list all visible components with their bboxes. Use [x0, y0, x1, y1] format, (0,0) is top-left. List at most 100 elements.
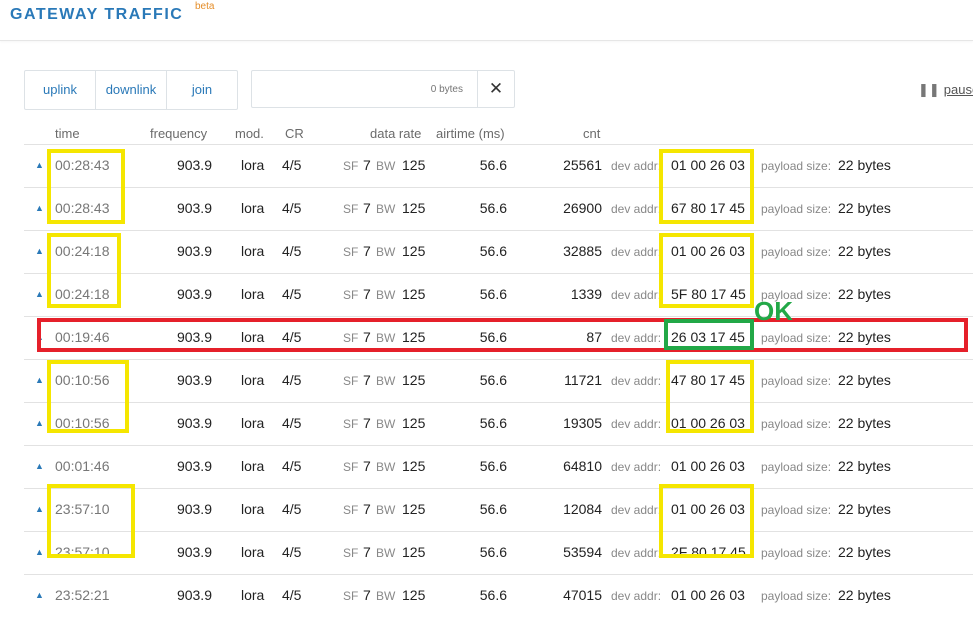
row-frequency: 903.9: [176, 458, 212, 474]
row-mod: lora: [241, 501, 265, 517]
row-cnt: 32885: [563, 243, 602, 259]
beta-badge: beta: [195, 1, 215, 12]
pause-button[interactable]: ❚❚pause: [918, 82, 973, 98]
filter-downlink-button[interactable]: downlink: [96, 71, 167, 109]
pause-icon: ❚❚: [918, 82, 940, 97]
column-header-frequency: frequency: [150, 126, 208, 141]
table-row[interactable]: ▲ 00:24:18 903.9 lora 4/5 SF 7 BW 125 56.6 1339 dev…: [24, 273, 973, 316]
uplink-arrow-icon: ▲: [35, 246, 44, 256]
row-mod: lora: [241, 372, 265, 388]
uplink-arrow-icon: ▲: [35, 461, 44, 471]
row-dev-addr: 01 00 26 03: [671, 458, 745, 474]
highlight-box: [666, 360, 754, 433]
row-bw: 125: [402, 458, 426, 474]
row-airtime: 56.6: [479, 157, 507, 173]
row-payload-size: 22 bytes: [838, 415, 891, 431]
row-sf-label: SF: [343, 374, 359, 388]
row-bw: 125: [402, 544, 426, 560]
highlight-box: [47, 360, 129, 433]
row-time: 00:01:46: [55, 458, 110, 474]
row-payload-size: 22 bytes: [838, 200, 891, 216]
row-bw-label: BW: [376, 503, 396, 517]
uplink-arrow-icon: ▲: [35, 375, 44, 385]
row-dev-addr-label: dev addr:: [611, 159, 662, 173]
row-sf: 7: [363, 415, 371, 431]
filter-input[interactable]: [253, 72, 473, 106]
table-row[interactable]: ▲ 00:24:18 903.9 lora 4/5 SF 7 BW 125 56.6 32885 de…: [24, 230, 973, 273]
uplink-arrow-icon: ▲: [35, 203, 44, 213]
row-airtime: 56.6: [479, 501, 507, 517]
row-sf: 7: [363, 243, 371, 259]
row-mod: lora: [241, 200, 265, 216]
row-bw: 125: [402, 286, 426, 302]
row-sf: 7: [363, 286, 371, 302]
highlight-box: [659, 484, 754, 558]
app-header: GATEWAY TRAFFIC beta: [0, 0, 973, 41]
table-row[interactable]: ▲ 00:10:56 903.9 lora 4/5 SF 7 BW 125 56.6 11721 de…: [24, 359, 973, 402]
row-sf: 7: [363, 544, 371, 560]
row-frequency: 903.9: [176, 415, 212, 431]
row-sf: 7: [363, 372, 371, 388]
column-header-cr: CR: [285, 126, 304, 141]
table-row[interactable]: ▲ 00:28:43 903.9 lora 4/5 SF 7 BW 125 56.6 25561 de…: [24, 144, 973, 187]
row-payload-size: 22 bytes: [838, 286, 891, 302]
row-bw: 125: [402, 243, 426, 259]
row-bw-label: BW: [376, 159, 396, 173]
table-row[interactable]: ▲ 00:10:56 903.9 lora 4/5 SF 7 BW 125 56.6 19305 de…: [24, 402, 973, 445]
row-cnt: 26900: [563, 200, 602, 216]
row-frequency: 903.9: [176, 372, 212, 388]
row-payload-size: 22 bytes: [838, 243, 891, 259]
row-bw-label: BW: [376, 245, 396, 259]
uplink-arrow-icon: ▲: [35, 289, 44, 299]
row-payload-size: 22 bytes: [838, 372, 891, 388]
row-payload-label: payload size:: [761, 245, 832, 259]
column-header-data-rate: data rate: [370, 126, 422, 141]
row-mod: lora: [241, 458, 265, 474]
row-sf-label: SF: [343, 546, 359, 560]
table-row[interactable]: ▲ 23:57:10 903.9 lora 4/5 SF 7 BW 125 56.6 12084 de…: [24, 488, 973, 531]
row-payload-label: payload size:: [761, 460, 832, 474]
traffic-list: ▲ 00:28:43 903.9 lora 4/5 SF 7 BW 125 56.6 25561 de…: [24, 144, 973, 617]
filter-search: ✕: [251, 70, 515, 108]
table-row[interactable]: ▲ 00:28:43 903.9 lora 4/5 SF 7 BW 125 56.6 26900 de…: [24, 187, 973, 230]
filter-uplink-button[interactable]: uplink: [25, 71, 96, 109]
row-payload-size: 22 bytes: [838, 544, 891, 560]
row-cr: 4/5: [282, 415, 302, 431]
uplink-arrow-icon: ▲: [35, 547, 44, 557]
row-payload-label: payload size:: [761, 503, 832, 517]
row-airtime: 56.6: [479, 286, 507, 302]
row-payload-label: payload size:: [761, 546, 832, 560]
row-dev-addr-label: dev addr:: [611, 374, 662, 388]
row-bw-label: BW: [376, 374, 396, 388]
row-dev-addr-label: dev addr:: [611, 202, 662, 216]
row-frequency: 903.9: [176, 200, 212, 216]
row-payload-label: payload size:: [761, 374, 832, 388]
row-bw-label: BW: [376, 460, 396, 474]
highlight-box: [659, 149, 754, 224]
row-sf-label: SF: [343, 202, 359, 216]
row-frequency: 903.9: [176, 286, 212, 302]
close-icon[interactable]: ✕: [477, 71, 514, 107]
table-row[interactable]: ▲ 00:01:46 903.9 lora 4/5 SF 7 BW 125 56.6 64810 de…: [24, 445, 973, 488]
row-dev-addr-label: dev addr:: [611, 546, 662, 560]
row-mod: lora: [241, 243, 265, 259]
row-bw: 125: [402, 415, 426, 431]
page-title: GATEWAY TRAFFIC: [10, 6, 184, 23]
row-sf: 7: [363, 458, 371, 474]
row-bw-label: BW: [376, 417, 396, 431]
uplink-arrow-icon: ▲: [35, 590, 44, 600]
row-airtime: 56.6: [479, 544, 507, 560]
table-row[interactable]: ▲ 23:57:10 903.9 lora 4/5 SF 7 BW 125 56.6 53594 de…: [24, 531, 973, 574]
row-sf: 7: [363, 200, 371, 216]
filter-join-button[interactable]: join: [167, 71, 237, 109]
row-sf-label: SF: [343, 245, 359, 259]
row-mod: lora: [241, 544, 265, 560]
row-cnt: 25561: [563, 157, 602, 173]
row-dev-addr-label: dev addr:: [611, 245, 662, 259]
row-cnt: 64810: [563, 458, 602, 474]
row-dev-addr-label: dev addr:: [611, 460, 662, 474]
uplink-arrow-icon: ▲: [35, 160, 44, 170]
row-dev-addr-label: dev addr:: [611, 288, 662, 302]
table-row[interactable]: ▲ 23:52:21 903.9 lora 4/5 SF 7 BW 125 56.6 47015 de…: [24, 574, 973, 617]
row-bw-label: BW: [376, 288, 396, 302]
